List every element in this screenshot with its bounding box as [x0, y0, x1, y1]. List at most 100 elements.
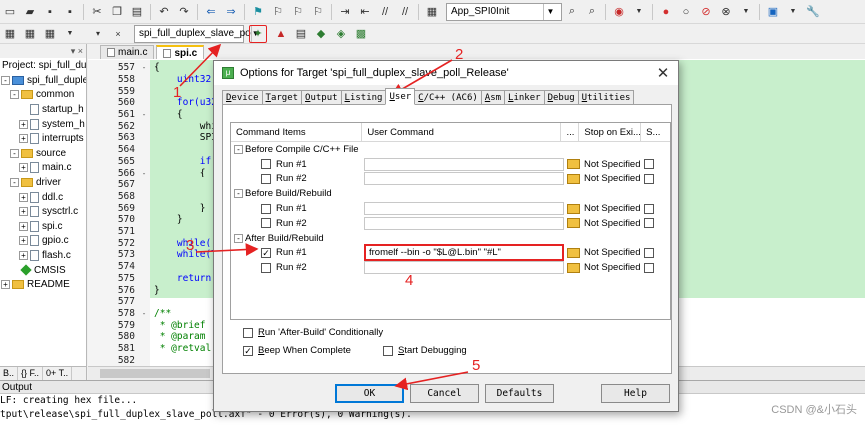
chevron-down-icon[interactable]: ▼ — [543, 3, 557, 20]
nav-back-icon[interactable]: ⇐ — [202, 3, 220, 21]
expand-icon[interactable]: + — [19, 221, 28, 231]
tree-item[interactable]: + spi.c — [0, 219, 86, 234]
stop-on-exit-value[interactable]: Not Specified — [582, 203, 644, 214]
tree-item[interactable]: - common — [0, 88, 86, 103]
tab-templates[interactable]: 0+ T.. — [43, 367, 73, 380]
option-start-debugging[interactable]: Start Debugging — [383, 345, 467, 356]
breakpoint-icon[interactable]: ● — [657, 3, 675, 21]
user-command-input[interactable] — [364, 216, 564, 230]
run-checkbox[interactable]: ✓ — [261, 247, 271, 258]
expand-icon[interactable]: + — [19, 250, 28, 260]
undo-icon[interactable]: ↶ — [155, 3, 173, 21]
browse-button[interactable] — [564, 157, 582, 172]
command-row[interactable]: Run #1 Not Specified — [231, 201, 670, 216]
tab-books[interactable]: B.. — [0, 367, 19, 380]
pack-installer-icon[interactable]: ◆ — [312, 25, 330, 43]
tree-item[interactable]: - driver — [0, 175, 86, 190]
s-cell[interactable] — [644, 246, 658, 261]
tab-functions[interactable]: {} F.. — [18, 367, 44, 380]
collapse-icon[interactable]: - — [10, 148, 19, 158]
tab-linker[interactable]: Linker — [504, 90, 545, 105]
checkbox[interactable]: ✓ — [243, 345, 253, 356]
tab-main-c[interactable]: main.c — [100, 45, 155, 59]
expand-icon[interactable]: + — [19, 207, 28, 217]
s-cell[interactable] — [644, 172, 658, 187]
tree-item[interactable]: + sysctrl.c — [0, 204, 86, 219]
debug-session-icon[interactable]: ◉ — [610, 3, 628, 21]
window-layout-icon[interactable]: ▣ — [764, 3, 782, 21]
expand-icon[interactable]: + — [1, 280, 10, 290]
collapse-icon[interactable]: - — [234, 144, 243, 154]
user-command-input[interactable] — [364, 172, 564, 186]
chevron-down-icon[interactable]: ▼ — [630, 3, 648, 21]
command-row[interactable]: Run #2 Not Specified — [231, 260, 670, 275]
browse-button[interactable] — [564, 246, 582, 261]
defaults-button[interactable]: Defaults — [485, 384, 554, 403]
tab-c-c-ac6-[interactable]: C/C++ (AC6) — [414, 90, 482, 105]
expand-icon[interactable]: + — [19, 192, 28, 202]
tab-asm[interactable]: Asm — [480, 90, 506, 105]
tree-item[interactable]: startup_h — [0, 102, 86, 117]
cancel-button[interactable]: Cancel — [410, 384, 479, 403]
tree-item[interactable]: + flash.c — [0, 248, 86, 263]
stop-on-exit-value[interactable]: Not Specified — [582, 218, 644, 229]
breakpoint-kill-all-icon[interactable]: ⊗ — [717, 3, 735, 21]
copy-icon[interactable]: ❐ — [108, 3, 126, 21]
new-file-icon[interactable]: ▭ — [1, 3, 19, 21]
bookmark-next-icon[interactable]: ⚐ — [289, 3, 307, 21]
tab-user[interactable]: User — [385, 88, 416, 105]
tab-spi-c[interactable]: spi.c — [156, 45, 205, 59]
options-for-target-icon[interactable]: ✦ — [249, 24, 267, 43]
close-icon[interactable]: ✕ — [648, 62, 678, 84]
user-command-input[interactable] — [364, 261, 564, 275]
user-command-input[interactable] — [364, 202, 564, 216]
run-checkbox[interactable] — [261, 262, 271, 273]
collapse-icon[interactable]: - — [10, 177, 19, 187]
command-group-row[interactable]: - After Build/Rebuild — [231, 231, 670, 246]
command-row[interactable]: ✓ Run #1 fromelf --bin -o "$L@L.bin" "#L" N… — [231, 244, 670, 262]
tree-item[interactable]: - source — [0, 146, 86, 161]
collapse-icon[interactable]: - — [10, 90, 19, 100]
user-command-input[interactable]: fromelf --bin -o "$L@L.bin" "#L" — [364, 244, 564, 262]
cut-icon[interactable]: ✂ — [88, 3, 106, 21]
s-cell[interactable] — [644, 216, 658, 231]
find-in-files-icon[interactable]: ▦ — [423, 3, 441, 21]
select-software-packs-icon[interactable]: ◈ — [332, 25, 350, 43]
unindent-icon[interactable]: ⇤ — [356, 3, 374, 21]
tab-utilities[interactable]: Utilities — [577, 90, 635, 105]
tree-item[interactable]: + system_h — [0, 117, 86, 132]
find-icon[interactable]: ⌕ — [563, 3, 581, 21]
breakpoint-kill-icon[interactable]: ⊘ — [697, 3, 715, 21]
close-icon[interactable]: × — [78, 46, 83, 56]
s-checkbox[interactable] — [644, 203, 654, 214]
tree-item[interactable]: + README — [0, 277, 86, 292]
checkbox[interactable] — [383, 345, 393, 356]
run-checkbox[interactable] — [261, 159, 271, 170]
expand-icon[interactable]: + — [19, 119, 28, 129]
tab-output[interactable]: Output — [301, 90, 342, 105]
stop-on-exit-value[interactable]: Not Specified — [582, 159, 644, 170]
browse-button[interactable] — [564, 201, 582, 216]
run-time-environment-icon[interactable]: ▩ — [352, 25, 370, 43]
expand-icon[interactable]: + — [19, 134, 28, 144]
redo-icon[interactable]: ↷ — [175, 3, 193, 21]
tab-listing[interactable]: Listing — [340, 90, 387, 105]
tab-target[interactable]: Target — [261, 90, 303, 105]
command-group-row[interactable]: - Before Build/Rebuild — [231, 186, 670, 201]
browse-button[interactable] — [564, 216, 582, 231]
bookmark-icon[interactable]: ⚑ — [249, 3, 267, 21]
s-checkbox[interactable] — [644, 262, 654, 273]
tree-item[interactable]: + ddl.c — [0, 190, 86, 205]
bookmark-clear-icon[interactable]: ⚐ — [309, 3, 327, 21]
pin-icon[interactable]: ▾ — [71, 46, 76, 57]
project-target-select[interactable]: spi_full_duplex_slave_po ▼ — [134, 24, 260, 43]
tree-item[interactable]: CMSIS — [0, 263, 86, 278]
expand-icon[interactable]: + — [19, 236, 28, 246]
save-icon[interactable]: ▪ — [41, 3, 59, 21]
command-row[interactable]: Run #2 Not Specified — [231, 172, 670, 187]
tree-item[interactable]: + main.c — [0, 161, 86, 176]
command-row[interactable]: Run #2 Not Specified — [231, 216, 670, 231]
browse-button[interactable] — [564, 260, 582, 275]
translate-icon[interactable]: ▦ — [1, 25, 19, 43]
s-cell[interactable] — [644, 157, 658, 172]
